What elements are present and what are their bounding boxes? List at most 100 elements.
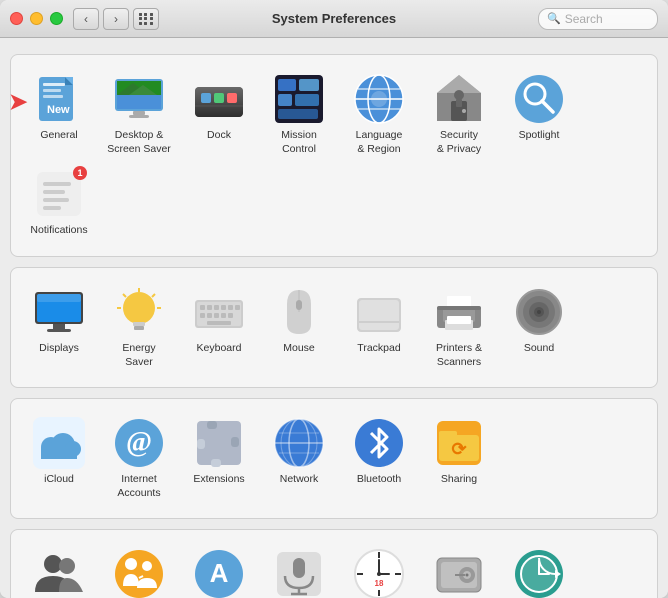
back-arrow-indicator: ➤ [9, 89, 27, 115]
titlebar: ‹ › System Preferences 🔍 Search [0, 0, 668, 38]
energy-icon [113, 286, 165, 338]
pref-item-desktop[interactable]: Desktop &Screen Saver [99, 67, 179, 162]
users-icon [33, 548, 85, 598]
keyboard-icon [193, 286, 245, 338]
search-icon: 🔍 [547, 12, 561, 25]
svg-text:⟳: ⟳ [451, 439, 467, 459]
mouse-label: Mouse [283, 342, 315, 356]
pref-item-extensions[interactable]: Extensions [179, 411, 259, 506]
section-personal: ➤ New Ge [10, 54, 658, 257]
preferences-content: ➤ New Ge [0, 38, 668, 598]
pref-item-icloud[interactable]: iCloud [19, 411, 99, 506]
internet-icons-row: iCloud @ InternetAccounts [19, 411, 649, 506]
close-button[interactable] [10, 12, 23, 25]
bluetooth-icon [353, 417, 405, 469]
dictation-icon [273, 548, 325, 598]
pref-item-dictation[interactable]: Dictation& Speech [259, 542, 339, 598]
hardware-icons-row: Displays [19, 280, 649, 375]
network-label: Network [280, 473, 319, 487]
nav-buttons: ‹ › [73, 8, 129, 30]
extensions-icon [193, 417, 245, 469]
pref-item-keyboard[interactable]: Keyboard [179, 280, 259, 375]
desktop-icon [113, 73, 165, 125]
icloud-label: iCloud [44, 473, 74, 487]
pref-item-mission[interactable]: MissionControl [259, 67, 339, 162]
pref-item-printers[interactable]: Printers &Scanners [419, 280, 499, 375]
pref-item-datetime[interactable]: 18 Date & Time [339, 542, 419, 598]
spotlight-icon [513, 73, 565, 125]
mouse-icon [273, 286, 325, 338]
section-hardware: Displays [10, 267, 658, 388]
pref-item-energy[interactable]: EnergySaver [99, 280, 179, 375]
back-button[interactable]: ‹ [73, 8, 99, 30]
printers-icon [433, 286, 485, 338]
search-box[interactable]: 🔍 Search [538, 8, 658, 30]
extensions-label: Extensions [193, 473, 244, 487]
section-internet: iCloud @ InternetAccounts [10, 398, 658, 519]
startup-icon [433, 548, 485, 598]
svg-text:18: 18 [375, 579, 384, 588]
general-icon: New [33, 73, 85, 125]
pref-item-users[interactable]: Users &Groups [19, 542, 99, 598]
internet-accounts-label: InternetAccounts [117, 473, 160, 500]
energy-label: EnergySaver [122, 342, 155, 369]
displays-label: Displays [39, 342, 79, 356]
personal-icons-row: ➤ New Ge [19, 67, 649, 244]
svg-text:@: @ [126, 427, 152, 458]
spotlight-label: Spotlight [519, 129, 560, 143]
sound-icon [513, 286, 565, 338]
sharing-label: Sharing [441, 473, 477, 487]
pref-item-language[interactable]: Language& Region [339, 67, 419, 162]
grid-view-button[interactable] [133, 8, 159, 30]
pref-item-bluetooth[interactable]: Bluetooth [339, 411, 419, 506]
svg-text:New: New [47, 104, 70, 116]
pref-item-general[interactable]: ➤ New Ge [19, 67, 99, 162]
pref-item-internet-accounts[interactable]: @ InternetAccounts [99, 411, 179, 506]
maximize-button[interactable] [50, 12, 63, 25]
traffic-lights [10, 12, 63, 25]
trackpad-label: Trackpad [357, 342, 400, 356]
pref-item-startup[interactable]: StartupDisk [419, 542, 499, 598]
pref-item-displays[interactable]: Displays [19, 280, 99, 375]
appstore-icon: A [193, 548, 245, 598]
pref-item-notifications[interactable]: 1 Notifications [19, 162, 99, 244]
network-icon [273, 417, 325, 469]
bluetooth-label: Bluetooth [357, 473, 401, 487]
printers-label: Printers &Scanners [436, 342, 482, 369]
keyboard-label: Keyboard [197, 342, 242, 356]
icloud-icon [33, 417, 85, 469]
pref-item-sound[interactable]: Sound [499, 280, 579, 375]
language-label: Language& Region [356, 129, 403, 156]
pref-item-appstore[interactable]: A App Store [179, 542, 259, 598]
pref-item-dock[interactable]: Dock [179, 67, 259, 162]
system-icons-row: Users &Groups [19, 542, 649, 598]
pref-item-parental[interactable]: ParentalControls [99, 542, 179, 598]
parental-icon [113, 548, 165, 598]
desktop-label: Desktop &Screen Saver [107, 129, 171, 156]
search-placeholder: Search [565, 12, 603, 26]
pref-item-security[interactable]: Security& Privacy [419, 67, 499, 162]
dock-label: Dock [207, 129, 231, 143]
sharing-icon: ⟳ [433, 417, 485, 469]
forward-button[interactable]: › [103, 8, 129, 30]
sound-label: Sound [524, 342, 554, 356]
displays-icon [33, 286, 85, 338]
internet-accounts-icon: @ [113, 417, 165, 469]
general-label: General [40, 129, 77, 143]
pref-item-spotlight[interactable]: Spotlight [499, 67, 579, 162]
pref-item-timemachine[interactable]: TimeMachine [499, 542, 579, 598]
dock-icon [193, 73, 245, 125]
notifications-icon: 1 [33, 168, 85, 220]
system-preferences-window: ‹ › System Preferences 🔍 Search ➤ [0, 0, 668, 598]
minimize-button[interactable] [30, 12, 43, 25]
pref-item-sharing[interactable]: ⟳ Sharing [419, 411, 499, 506]
svg-text:A: A [210, 558, 229, 588]
datetime-icon: 18 [353, 548, 405, 598]
mission-label: MissionControl [281, 129, 317, 156]
pref-item-trackpad[interactable]: Trackpad [339, 280, 419, 375]
pref-item-mouse[interactable]: Mouse [259, 280, 339, 375]
section-system: Users &Groups [10, 529, 658, 598]
language-icon [353, 73, 405, 125]
trackpad-icon [353, 286, 405, 338]
pref-item-network[interactable]: Network [259, 411, 339, 506]
